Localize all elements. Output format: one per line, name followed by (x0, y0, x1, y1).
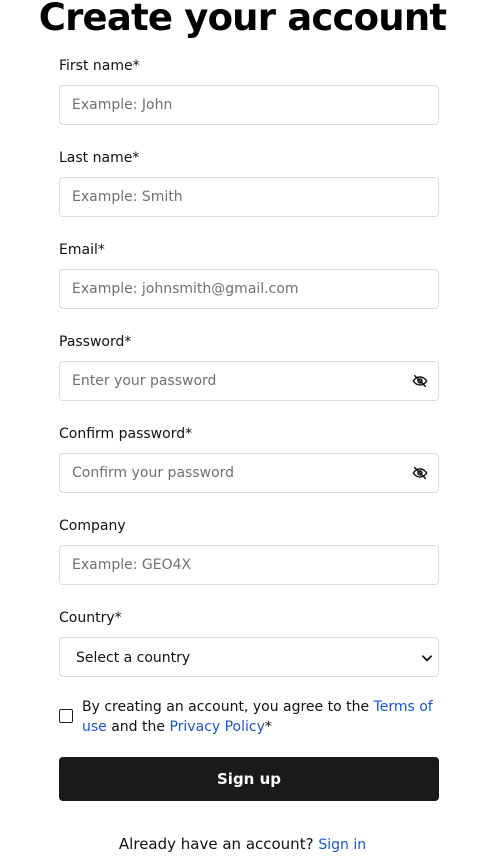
first-name-input-wrap (59, 85, 439, 125)
last-name-field-group: Last name* (59, 148, 439, 240)
chevron-down-icon (422, 655, 432, 662)
last-name-label: Last name* (59, 150, 140, 166)
email-input-wrap (59, 269, 439, 309)
confirm-password-field-group: Confirm password* (59, 424, 439, 516)
signup-form: First name* Last name* Email* Password* (59, 56, 439, 700)
company-field-group: Company (59, 516, 439, 608)
password-label: Password* (59, 334, 132, 350)
sign-in-link[interactable]: Sign in (318, 837, 366, 853)
page-title: Create your account (38, 0, 447, 39)
company-input[interactable] (59, 545, 439, 585)
company-label: Company (59, 518, 126, 534)
agreement-required-mark: * (264, 719, 272, 735)
sign-up-button[interactable]: Sign up (59, 757, 439, 801)
last-name-input[interactable] (59, 177, 439, 217)
eye-off-icon[interactable] (412, 373, 428, 389)
first-name-field-group: First name* (59, 56, 439, 148)
company-input-wrap (59, 545, 439, 585)
country-label: Country* (59, 610, 122, 626)
terms-agreement: By creating an account, you agree to the… (59, 697, 439, 741)
eye-off-icon[interactable] (412, 465, 428, 481)
confirm-password-input-wrap (59, 453, 439, 493)
privacy-policy-link[interactable]: Privacy Policy (169, 719, 264, 735)
password-input[interactable] (59, 361, 439, 401)
email-field-group: Email* (59, 240, 439, 332)
agreement-text-middle: and the (106, 719, 170, 735)
email-label: Email* (59, 242, 105, 258)
confirm-password-input[interactable] (59, 453, 439, 493)
first-name-input[interactable] (59, 85, 439, 125)
agreement-text-before: By creating an account, you agree to the (82, 699, 374, 715)
terms-agreement-text: By creating an account, you agree to the… (82, 697, 439, 737)
terms-checkbox[interactable] (59, 709, 73, 723)
first-name-label: First name* (59, 58, 140, 74)
confirm-password-label: Confirm password* (59, 426, 193, 442)
sign-in-prompt: Already have an account? Sign in (0, 834, 485, 855)
sign-in-prompt-text: Already have an account? (118, 835, 314, 853)
country-select[interactable]: Select a country (59, 637, 439, 677)
last-name-input-wrap (59, 177, 439, 217)
country-select-value: Select a country (76, 650, 191, 666)
signup-page: Create your account First name* Last nam… (0, 0, 485, 858)
country-field-group: Country* Select a country (59, 608, 439, 700)
password-input-wrap (59, 361, 439, 401)
password-field-group: Password* (59, 332, 439, 424)
email-input[interactable] (59, 269, 439, 309)
